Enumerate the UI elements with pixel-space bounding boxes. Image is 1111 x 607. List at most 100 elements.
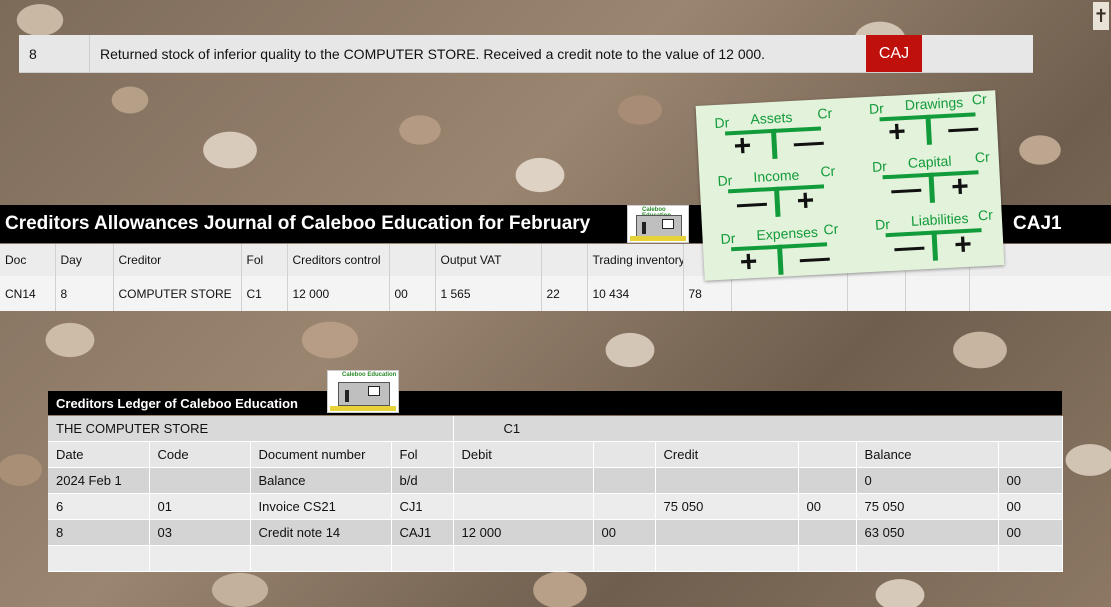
t-account-debit-label: Dr — [720, 230, 736, 247]
ledger-row-cell — [655, 519, 799, 546]
ledger-header-cell: Debit — [453, 441, 594, 468]
ledger-row-cell: 12 000 — [453, 519, 594, 546]
journal-header-cell: Trading inventory — [587, 244, 684, 276]
ledger-row-cell — [149, 545, 251, 572]
ledger-row-cell: 00 — [998, 493, 1063, 520]
t-account-right-sign: — — [798, 241, 831, 276]
journal-row-cell: 8 — [55, 276, 114, 311]
ledger-header-cell — [593, 441, 656, 468]
ledger-row-cell — [453, 545, 594, 572]
journal-header-cell: Fol — [241, 244, 288, 276]
t-account-name: Assets — [749, 108, 793, 128]
t-account-name: Capital — [907, 152, 952, 171]
t-account-name: Drawings — [904, 93, 964, 114]
ledger-row — [48, 545, 1063, 572]
journal-row-cell — [847, 276, 906, 311]
t-account-stem — [777, 244, 784, 275]
company-logo-ledger: Caleboo Education — [327, 370, 399, 413]
ledger-row: 8 03 Credit note 14 CAJ1 12 000 00 63 050 00 — [48, 519, 1063, 546]
ledger-row-cell: Balance — [250, 467, 392, 494]
ledger-row-cell: 2024 Feb 1 — [48, 467, 150, 494]
t-account-debit-label: Dr — [714, 114, 730, 131]
transaction-bar: 8 Returned stock of inferior quality to … — [19, 35, 1033, 73]
journal-header-cell — [389, 244, 436, 276]
ledger-header-cell: Date — [48, 441, 150, 468]
journal-row-cell — [969, 276, 1111, 311]
t-account-credit-label: Cr — [974, 148, 991, 166]
ledger-title-bar: Creditors Ledger of Caleboo Education — [48, 391, 1062, 415]
ledger-table: THE COMPUTER STORE C1 Date Code Document n… — [48, 416, 1063, 572]
ledger-row-cell: 00 — [593, 519, 656, 546]
t-account-left-sign: + — [739, 244, 759, 279]
t-account-right-sign: + — [795, 183, 816, 218]
ledger-row-cell — [453, 467, 594, 494]
ledger-row-cell — [998, 545, 1063, 572]
ledger-row-cell: b/d — [391, 467, 454, 494]
t-account-credit-label: Cr — [977, 206, 994, 224]
ledger-row-cell: 75 050 — [856, 493, 999, 520]
journal-header-cell: Output VAT — [435, 244, 542, 276]
ledger-row-cell — [593, 545, 656, 572]
journal-row-cell: COMPUTER STORE — [113, 276, 242, 311]
journal-code-button[interactable]: CAJ — [866, 35, 922, 72]
t-account-debit-label: Dr — [874, 215, 891, 233]
t-account-name: Liabilities — [910, 209, 969, 229]
t-account-left-sign: + — [732, 129, 753, 164]
t-account-left-sign: + — [887, 115, 907, 149]
journal-header-cell: Creditors control — [287, 244, 390, 276]
ledger-row-cell — [593, 467, 656, 494]
journal-row-cell: 1 565 — [435, 276, 542, 311]
journal-code: CAJ1 — [1013, 213, 1062, 234]
t-account-credit-label: Cr — [971, 90, 988, 108]
journal-header-cell — [541, 244, 588, 276]
t-account-drawings: Dr Drawings Cr + — — [861, 90, 994, 155]
t-account-credit-label: Cr — [823, 220, 839, 238]
ledger-row-cell: 03 — [149, 519, 251, 546]
ledger-row-cell: 00 — [798, 493, 857, 520]
ledger-row-cell: 8 — [48, 519, 150, 546]
ledger-row-cell — [391, 545, 454, 572]
t-account-stem — [925, 114, 932, 145]
t-account-credit-label: Cr — [820, 162, 836, 180]
journal-row-cell: CN14 — [0, 276, 56, 311]
ledger-row-cell — [798, 545, 857, 572]
ledger-header-cell: Code — [149, 441, 251, 468]
ledger-row-cell — [655, 467, 799, 494]
journal-header-cell: Day — [55, 244, 114, 276]
journal-header-cell: Creditor — [113, 244, 242, 276]
ledger-row-cell: CAJ1 — [391, 519, 454, 546]
t-account-credit-label: Cr — [816, 104, 833, 122]
ledger-header: Date Code Document number Fol Debit Credit Bal… — [48, 441, 1063, 468]
ledger-account-row: THE COMPUTER STORE C1 — [48, 416, 1063, 442]
ledger-row-cell: 00 — [998, 519, 1063, 546]
ledger-account-name: THE COMPUTER STORE — [48, 416, 454, 442]
journal-row-cell — [905, 276, 970, 311]
t-account-left-sign: — — [893, 230, 926, 265]
ledger-row: 6 01 Invoice CS21 CJ1 75 050 00 75 050 00 — [48, 493, 1063, 520]
t-account-name: Expenses — [756, 223, 819, 243]
t-account-right-sign: — — [947, 111, 980, 146]
t-account-right-sign: + — [950, 169, 970, 204]
t-account-reference-card: Dr Assets Cr + — Dr Drawings Cr + — Dr Income Cr — + Dr… — [695, 90, 1005, 281]
journal-row-cell: 22 — [541, 276, 588, 311]
journal-row: CN14 8 COMPUTER STORE C1 12 000 00 1 565 22 10 4… — [0, 276, 1111, 311]
t-account-liabilities: Dr Liabilities Cr — + — [867, 206, 1000, 270]
ledger-header-cell — [798, 441, 857, 468]
t-account-right-sign: + — [953, 227, 973, 262]
ledger-row-cell: CJ1 — [391, 493, 454, 520]
journal-row-cell: 10 434 — [587, 276, 684, 311]
t-account-name: Income — [753, 166, 800, 186]
t-account-left-sign: — — [735, 186, 768, 221]
t-account-debit-label: Dr — [717, 172, 733, 189]
ledger-header-cell: Credit — [655, 441, 799, 468]
ledger-row-cell: 75 050 — [655, 493, 799, 520]
t-account-stem — [773, 186, 781, 217]
cross-icon: ✝ — [1093, 2, 1109, 30]
ledger-row-cell — [655, 545, 799, 572]
transaction-number: 8 — [29, 45, 37, 62]
ledger-row-cell — [250, 545, 392, 572]
transaction-description: Returned stock of inferior quality to th… — [89, 35, 866, 72]
ledger-row-cell: Invoice CS21 — [250, 493, 392, 520]
ledger-row: 2024 Feb 1 Balance b/d 0 00 — [48, 467, 1063, 494]
t-account-capital: Dr Capital Cr — + — [864, 148, 997, 212]
